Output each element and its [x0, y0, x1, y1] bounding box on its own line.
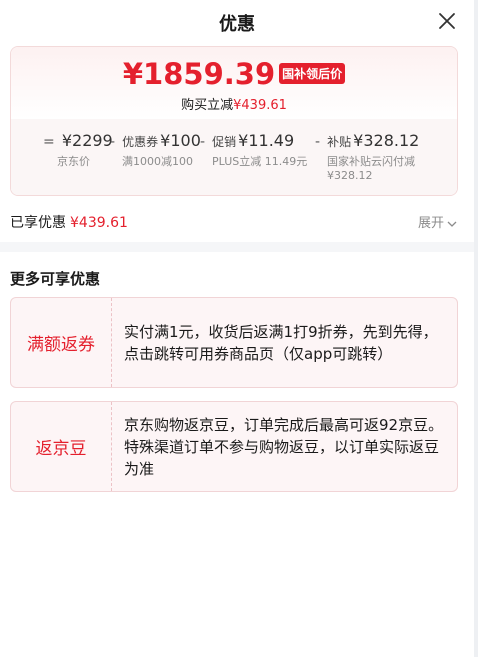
breakdown-caption: PLUS立减 11.49元 [212, 155, 308, 168]
operator: - [315, 134, 321, 150]
save-amount: ¥439.61 [233, 98, 287, 113]
benefit-description: 京东购物返京豆，订单完成后最高可返92京豆。特殊渠道订单不参与购物返豆，以订单实… [124, 415, 444, 478]
enjoyed-discount-row: 已享优惠 ¥439.61 展开 [10, 212, 458, 232]
close-icon[interactable] [436, 10, 458, 32]
breakdown-prefix: 促销 [212, 135, 237, 149]
save-label: 购买立减 [181, 98, 234, 113]
breakdown-caption: 京东价 [57, 155, 90, 168]
breakdown-prefix: 补贴 [327, 135, 352, 149]
benefit-card-jingdou-return[interactable]: 返京豆 京东购物返京豆，订单完成后最高可返92京豆。特殊渠道订单不参与购物返豆，… [10, 401, 458, 492]
price-breakdown: = ¥2299 京东价 - 优惠券 ¥100 满1000减100 - 促销 ¥11.… [11, 119, 457, 195]
expand-button[interactable]: 展开 [418, 212, 458, 231]
breakdown-value: ¥2299 [61, 131, 113, 150]
operator: = [43, 134, 55, 150]
more-benefits-title: 更多可享优惠 [10, 270, 101, 288]
final-price-amount: ¥1859.39 [122, 57, 276, 91]
section-divider [0, 242, 474, 252]
enjoyed-label: 已享优惠 [10, 215, 66, 231]
breakdown-value: ¥328.12 [353, 131, 420, 150]
breakdown-prefix: 优惠券 [122, 135, 159, 149]
breakdown-caption: 满1000减100 [122, 155, 193, 168]
operator: - [200, 134, 206, 150]
final-price: ¥1859.39 国补领后价 [11, 57, 457, 91]
price-card: ¥1859.39 国补领后价 购买立减¥439.61 = ¥2299 京东价 - … [10, 46, 458, 196]
benefit-description: 实付满1元，收货后返满1打9折券，先到先得，点击跳转可用券商品页（仅app可跳转… [124, 322, 438, 363]
breakdown-coupon: - 优惠券 ¥100 满1000减100 [110, 131, 201, 169]
breakdown-value: ¥11.49 [238, 131, 295, 150]
operator: - [110, 134, 116, 150]
breakdown-caption: 国家补贴云闪付减¥328.12 [327, 155, 415, 182]
final-price-tag: 国补领后价 [279, 62, 346, 84]
save-line: 购买立减¥439.61 [11, 94, 457, 113]
page-title: 优惠 [219, 14, 255, 35]
price-summary: ¥1859.39 国补领后价 购买立减¥439.61 [11, 47, 457, 119]
chevron-down-icon [447, 221, 457, 227]
breakdown-value: ¥100 [160, 131, 201, 150]
scrollbar-track [474, 0, 478, 657]
enjoyed-amount: ¥439.61 [70, 215, 128, 231]
expand-label: 展开 [417, 216, 444, 231]
header: 优惠 [0, 0, 474, 44]
breakdown-promotion: - 促销 ¥11.49 PLUS立减 11.49元 [200, 131, 307, 169]
benefit-name: 满额返券 [11, 298, 112, 387]
breakdown-jd-price: = ¥2299 京东价 [43, 131, 113, 169]
benefit-card-coupon-return[interactable]: 满额返券 实付满1元，收货后返满1打9折券，先到先得，点击跳转可用券商品页（仅a… [10, 297, 458, 388]
benefit-name: 返京豆 [11, 402, 112, 491]
breakdown-subsidy: - 补贴 ¥328.12 国家补贴云闪付减¥328.12 [315, 131, 435, 183]
